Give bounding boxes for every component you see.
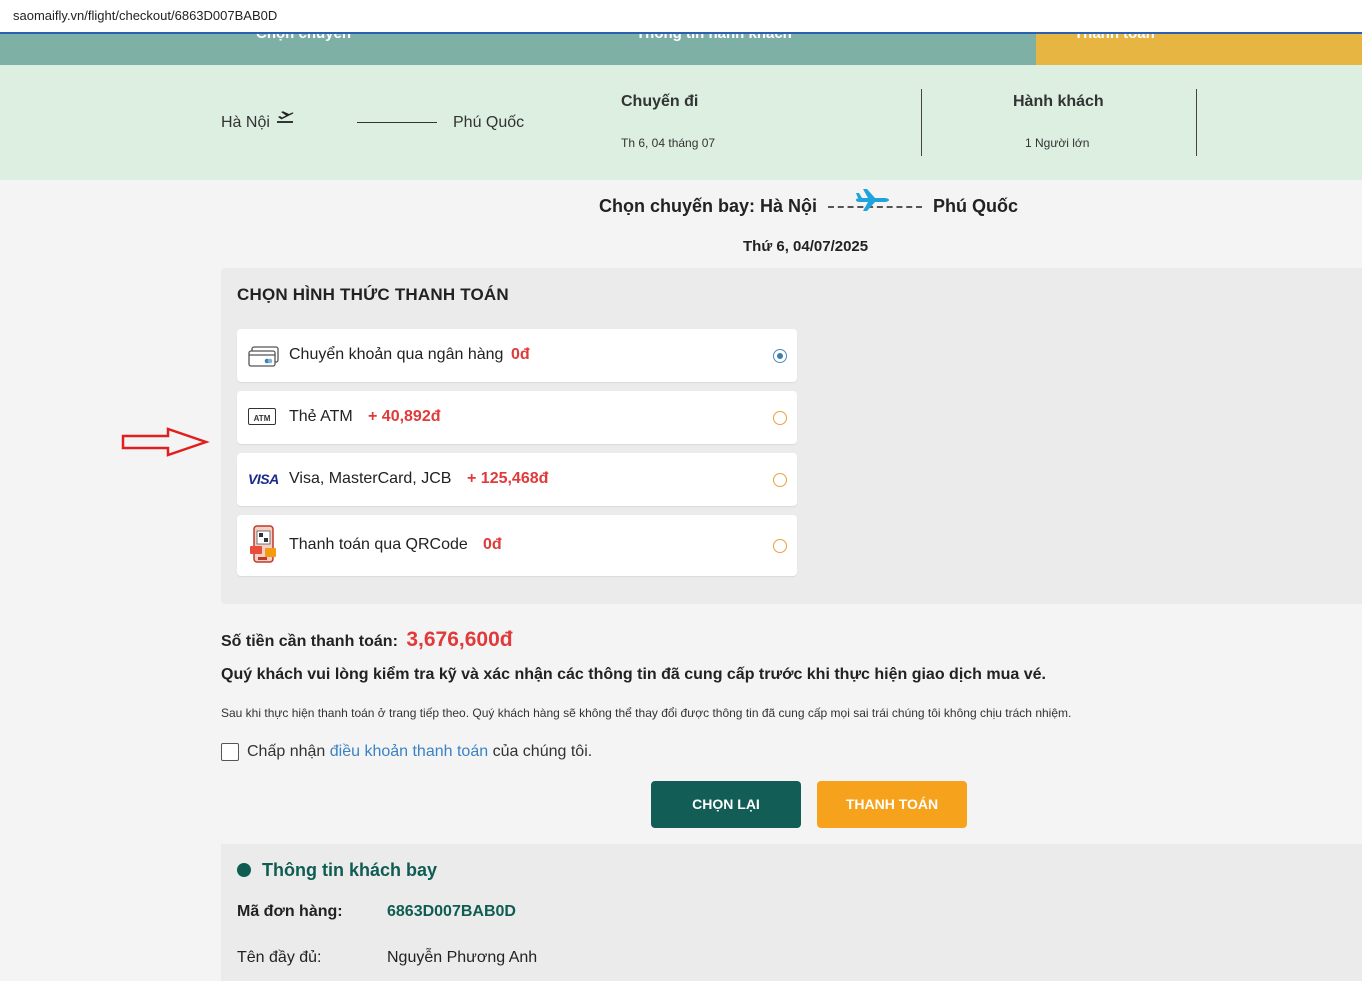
option-radio[interactable] [773,539,787,553]
address-bar[interactable]: saomaifly.vn/flight/checkout/6863D007BAB… [0,0,1362,34]
trip-label: Chuyến đi [621,93,699,110]
trip-date: Th 6, 04 tháng 07 [621,136,716,150]
option-name: Thanh toán qua QRCode [289,536,468,553]
total-label: Số tiền cần thanh toán: [221,633,398,650]
flight-heading: Chọn chuyến bay: Hà Nội Phú Quốc [599,189,1018,217]
total-amount: Số tiền cần thanh toán: 3,676,600đ [221,628,513,652]
route-summary: Hà Nội Phú Quốc Chuyến đi Th 6, 04 tháng… [0,65,1362,180]
section-bullet-icon [237,863,251,877]
payment-option-atm[interactable]: ATM Thẻ ATM + 40,892đ [237,391,797,444]
step-passenger-info[interactable]: Thông tin hành khách [636,34,792,42]
option-radio[interactable] [773,473,787,487]
option-name: Thẻ ATM [289,408,353,425]
flight-date: Thứ 6, 04/07/2025 [743,238,869,255]
option-name: Visa, MasterCard, JCB [289,470,452,487]
passenger-info-title: Thông tin khách bay [262,860,438,880]
confirm-notice: Quý khách vui lòng kiểm tra kỹ và xác nh… [221,666,1046,683]
option-fee: 0đ [483,536,502,553]
full-name-label: Tên đầy đủ: [237,949,322,966]
visa-icon: VISA [248,471,279,487]
passenger-label: Hành khách [1013,93,1104,110]
checkout-steps: Chọn chuyến Thông tin hành khách Thanh t… [0,34,1362,65]
atm-card-icon: ATM [248,408,276,425]
red-arrow-annotation [120,426,210,463]
order-code-value: 6863D007BAB0D [387,903,516,920]
divider [1196,89,1197,156]
full-name-value: Nguyễn Phương Anh [387,949,538,966]
bank-transfer-icon [248,346,280,373]
option-radio[interactable] [773,349,787,363]
agree-prefix: Chấp nhận [247,743,326,760]
divider [921,89,922,156]
passenger-info-panel: Thông tin khách bay Mã đơn hàng: 6863D00… [221,844,1362,981]
step-select-flight[interactable]: Chọn chuyến [256,34,351,42]
option-radio[interactable] [773,411,787,425]
option-fee: 0đ [511,346,530,363]
terms-link[interactable]: điều khoản thanh toán [330,743,488,760]
takeoff-icon [276,109,294,130]
payment-option-bank-transfer[interactable]: Chuyển khoản qua ngân hàng 0đ [237,329,797,382]
pay-button[interactable]: THANH TOÁN [817,781,967,828]
option-fee: + 125,468đ [467,470,549,487]
passenger-count: 1 Người lớn [1025,136,1090,150]
disclaimer-note: Sau khi thực hiện thanh toán ở trang tiế… [221,706,1072,720]
option-fee: + 40,892đ [368,408,441,425]
route-line [357,122,437,123]
qr-phone-icon [248,524,280,571]
origin-city: Hà Nội [221,114,270,131]
url-text[interactable]: saomaifly.vn/flight/checkout/6863D007BAB… [13,8,277,23]
payment-method-panel: CHỌN HÌNH THỨC THANH TOÁN Chuyển khoản q… [221,268,1362,604]
agree-suffix: của chúng tôi. [492,743,593,760]
payment-title: CHỌN HÌNH THỨC THANH TOÁN [237,285,509,304]
option-name: Chuyển khoản qua ngân hàng [289,346,504,363]
flight-destination: Phú Quốc [933,196,1018,216]
destination-city: Phú Quốc [453,114,525,131]
airplane-icon [854,187,890,220]
flight-heading-text: Chọn chuyến bay: Hà Nội [599,196,818,216]
terms-checkbox[interactable] [221,743,239,761]
payment-option-qrcode[interactable]: Thanh toán qua QRCode 0đ [237,515,797,576]
step-payment[interactable]: Thanh toán [1074,34,1155,42]
total-value: 3,676,600đ [406,628,513,651]
payment-option-card[interactable]: VISA Visa, MasterCard, JCB + 125,468đ [237,453,797,506]
order-code-label: Mã đơn hàng: [237,903,343,920]
reselect-button[interactable]: CHỌN LẠI [651,781,801,828]
